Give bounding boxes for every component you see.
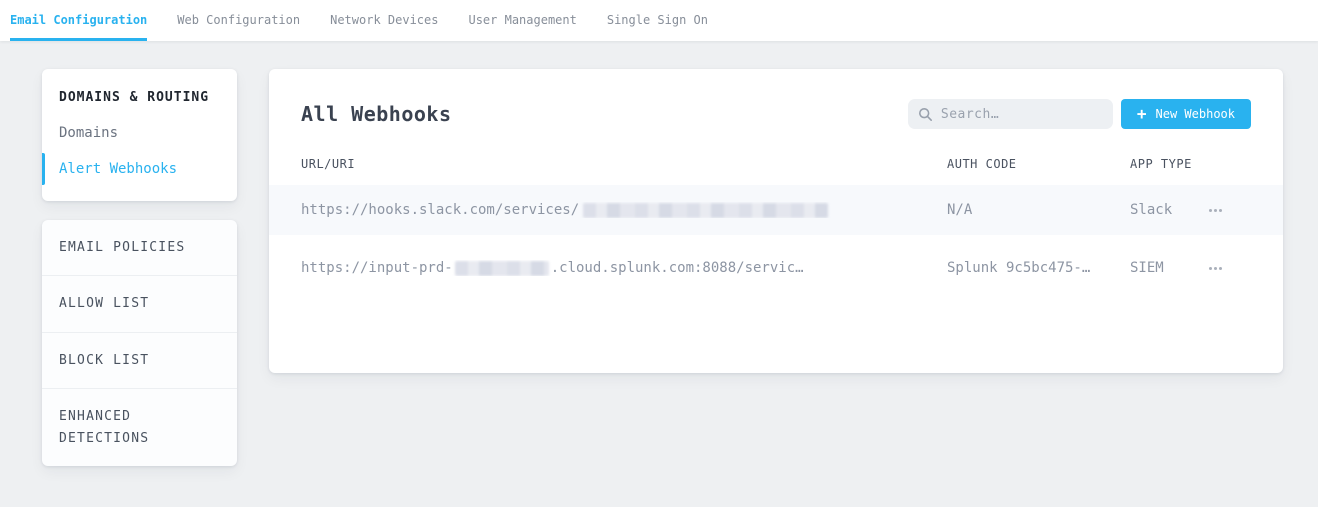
webhook-url-text: https://input-prd- [301, 260, 453, 276]
webhook-url-cell: https://hooks.slack.com/services/ [301, 202, 947, 218]
column-header-url: URL/URI [301, 157, 947, 171]
top-tab-bar: Email Configuration Web Configuration Ne… [0, 0, 1318, 41]
column-header-menu [1207, 157, 1251, 171]
sidebar-item-label: Alert Webhooks [59, 161, 177, 177]
new-webhook-button-label: New Webhook [1156, 107, 1235, 121]
webhook-url-cell: https://input-prd- .cloud.splunk.com:808… [301, 260, 947, 276]
sidebar: DOMAINS & ROUTING Domains Alert Webhooks… [42, 69, 237, 466]
page-content: DOMAINS & ROUTING Domains Alert Webhooks… [0, 41, 1318, 466]
sidebar-item-enhanced-detections[interactable]: ENHANCED DETECTIONS [42, 389, 237, 466]
tab-web-configuration[interactable]: Web Configuration [177, 0, 300, 41]
search-input[interactable] [941, 107, 1103, 122]
sidebar-item-alert-webhooks[interactable]: Alert Webhooks [59, 161, 220, 177]
sidebar-item-email-policies[interactable]: EMAIL POLICIES [42, 220, 237, 276]
plus-icon: + [1137, 106, 1147, 122]
email-sections-card: EMAIL POLICIES ALLOW LIST BLOCK LIST ENH… [42, 220, 237, 466]
webhooks-table: URL/URI AUTH CODE APP TYPE https://hooks… [301, 157, 1251, 293]
table-header-row: URL/URI AUTH CODE APP TYPE [301, 157, 1251, 185]
panel-actions: + New Webhook [908, 99, 1251, 129]
auth-code-cell: N/A [947, 202, 1130, 218]
active-indicator-bar [42, 153, 45, 185]
domains-routing-card: DOMAINS & ROUTING Domains Alert Webhooks [42, 69, 237, 201]
domains-routing-header: DOMAINS & ROUTING [59, 90, 220, 105]
search-box [908, 99, 1113, 129]
redacted-url-segment [455, 261, 549, 276]
sidebar-item-allow-list[interactable]: ALLOW LIST [42, 276, 237, 332]
row-actions-menu-icon[interactable] [1207, 261, 1224, 276]
app-type-cell: SIEM [1130, 260, 1207, 276]
search-icon [918, 107, 933, 122]
sidebar-item-block-list[interactable]: BLOCK LIST [42, 333, 237, 389]
table-row[interactable]: https://input-prd- .cloud.splunk.com:808… [301, 243, 1251, 293]
webhook-url-text: .cloud.splunk.com:8088/servic… [551, 260, 804, 276]
webhooks-panel: All Webhooks + New Webhook URL/URI [269, 69, 1283, 373]
column-header-app-type: APP TYPE [1130, 157, 1207, 171]
page-title: All Webhooks [301, 102, 452, 126]
tab-user-management[interactable]: User Management [468, 0, 576, 41]
tab-single-sign-on[interactable]: Single Sign On [607, 0, 708, 41]
app-type-cell: Slack [1130, 202, 1207, 218]
tab-network-devices[interactable]: Network Devices [330, 0, 438, 41]
new-webhook-button[interactable]: + New Webhook [1121, 99, 1251, 129]
sidebar-item-domains[interactable]: Domains [59, 125, 220, 141]
tab-email-configuration[interactable]: Email Configuration [10, 0, 147, 41]
webhook-url-text: https://hooks.slack.com/services/ [301, 202, 579, 218]
table-row[interactable]: https://hooks.slack.com/services/ N/A Sl… [269, 185, 1283, 235]
column-header-auth-code: AUTH CODE [947, 157, 1130, 171]
redacted-url-segment [583, 203, 828, 218]
row-actions-menu-icon[interactable] [1207, 203, 1224, 218]
panel-header: All Webhooks + New Webhook [301, 99, 1251, 129]
auth-code-cell: Splunk 9c5bc475-… [947, 260, 1130, 276]
